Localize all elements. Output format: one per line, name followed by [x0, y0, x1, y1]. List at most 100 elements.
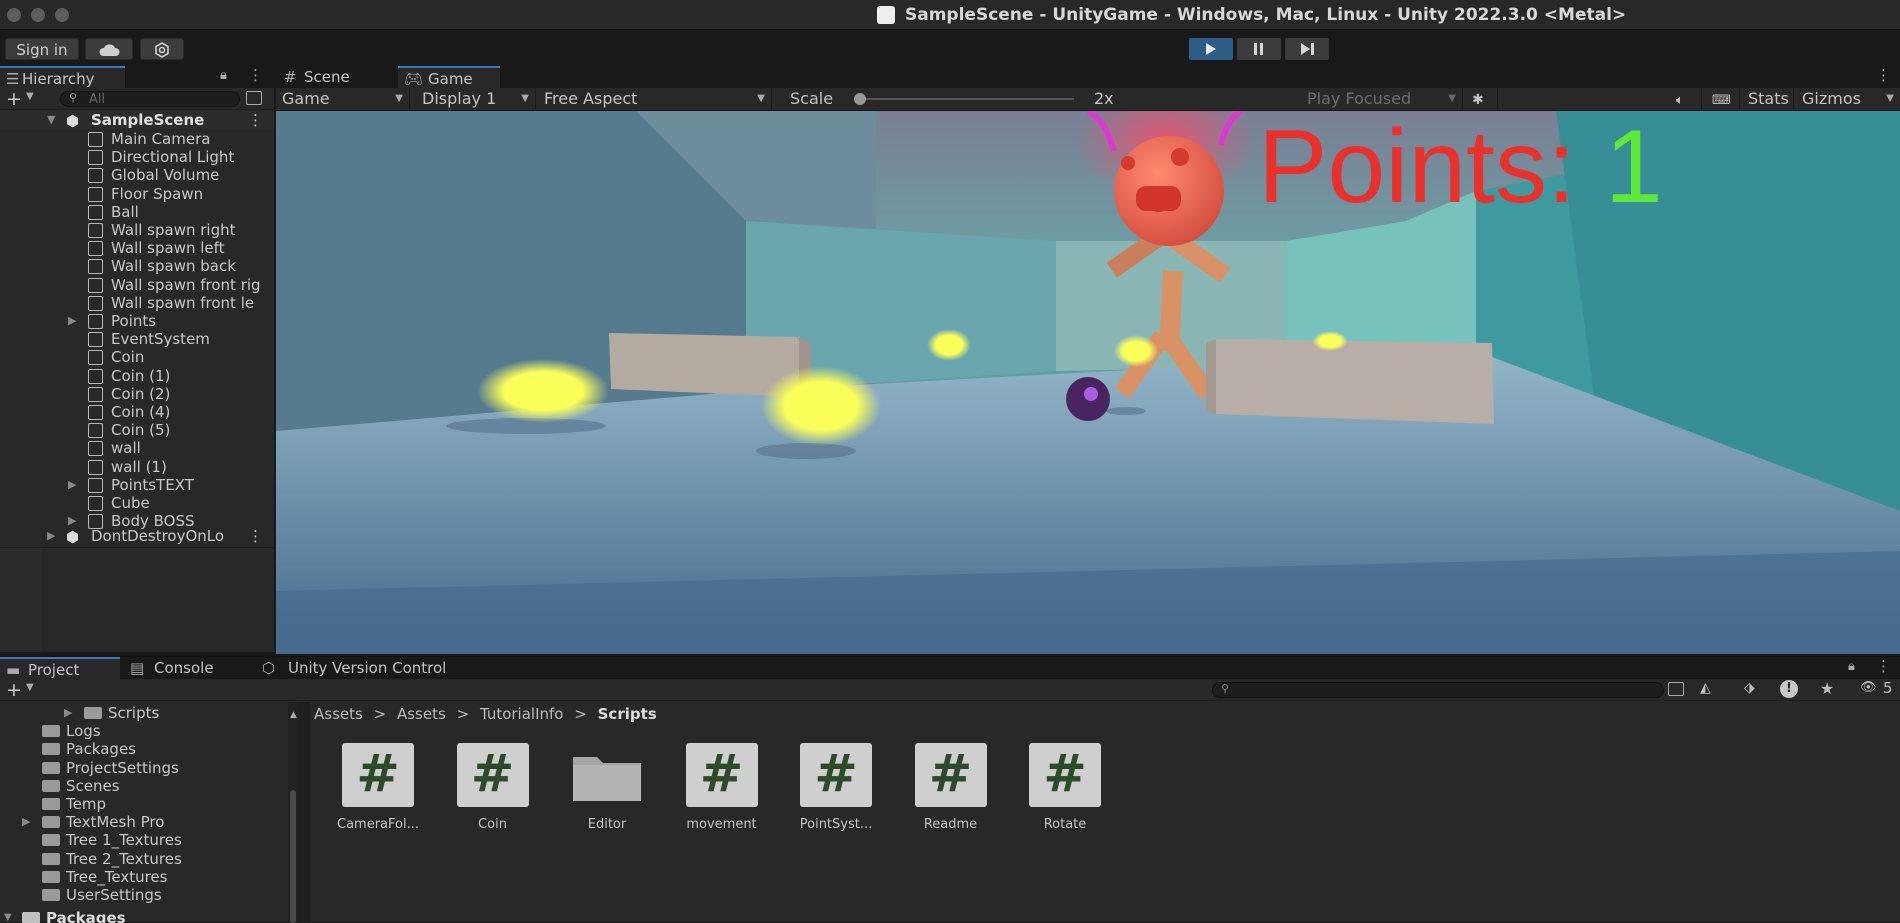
sign-in-button[interactable]: Sign in — [5, 38, 79, 60]
breadcrumb-item[interactable]: TutorialInfo — [480, 705, 564, 723]
scene-root[interactable]: ▼ ⬢ SampleScene ⋮ — [0, 111, 274, 129]
add-icon[interactable]: + — [6, 88, 22, 110]
folder-item[interactable]: Tree_Textures — [0, 868, 290, 886]
tab-scene[interactable]: # Scene — [278, 66, 398, 88]
asset-item[interactable]: # CameraFol... — [328, 743, 428, 832]
folder-item[interactable]: UserSettings — [0, 886, 290, 904]
close-window-button[interactable] — [7, 8, 21, 22]
scrollbar-thumb[interactable] — [290, 790, 296, 923]
tab-hierarchy[interactable]: ☰ Hierarchy — [0, 66, 125, 88]
hierarchy-item[interactable]: Coin (1) — [0, 367, 274, 385]
lock-icon[interactable]: 🔒︎ — [1848, 659, 1855, 674]
expand-arrow-icon[interactable]: ▶ — [64, 704, 74, 722]
hierarchy-item[interactable]: Coin (5) — [0, 421, 274, 439]
add-icon[interactable]: + — [6, 679, 22, 701]
scene-menu-icon[interactable]: ⋮ — [248, 111, 263, 129]
aspect-dropdown[interactable]: Free Aspect ▼ — [538, 88, 772, 110]
hierarchy-item[interactable]: Main Camera — [0, 130, 274, 148]
folder-item[interactable]: ▶ TextMesh Pro — [0, 813, 290, 831]
hierarchy-item[interactable]: Directional Light — [0, 148, 274, 166]
cloud-button[interactable] — [85, 38, 133, 60]
hierarchy-item[interactable]: Wall spawn front le — [0, 294, 274, 312]
folder-item[interactable]: ProjectSettings — [0, 759, 290, 777]
folder-item[interactable]: Scenes — [0, 777, 290, 795]
hierarchy-item[interactable]: Ball — [0, 203, 274, 221]
dont-destroy-root[interactable]: ▶ ⬢ DontDestroyOnLo ⋮ — [0, 527, 274, 545]
search-filter-icon[interactable] — [1668, 682, 1684, 696]
minimize-window-button[interactable] — [31, 8, 45, 22]
breadcrumb-current[interactable]: Scripts — [598, 705, 657, 723]
hierarchy-item[interactable]: EventSystem — [0, 330, 274, 348]
asset-item[interactable]: Editor — [557, 743, 657, 832]
collab-button[interactable] — [140, 38, 184, 60]
tree-scrollbar[interactable]: ▲ — [288, 702, 298, 923]
step-button[interactable] — [1285, 38, 1329, 60]
folder-item[interactable]: Packages — [0, 740, 290, 758]
filter-by-label-icon[interactable]: ⬗ — [1744, 680, 1755, 696]
hierarchy-item[interactable]: Coin (4) — [0, 403, 274, 421]
asset-item[interactable]: # Rotate — [1015, 743, 1115, 832]
shortcuts-button[interactable]: ⌨ — [1706, 88, 1740, 110]
expand-arrow-icon[interactable]: ▶ — [68, 476, 78, 494]
chevron-down-icon[interactable]: ▼ — [26, 91, 34, 102]
collapse-arrow-icon[interactable]: ▶ — [47, 527, 57, 545]
expand-arrow-icon[interactable]: ▶ — [22, 813, 32, 831]
expand-arrow-icon[interactable]: ▶ — [68, 312, 78, 330]
display-mode-dropdown[interactable]: Game ▼ — [276, 88, 410, 110]
zoom-window-button[interactable] — [55, 8, 69, 22]
splitter[interactable] — [298, 702, 310, 923]
hierarchy-item[interactable]: Global Volume — [0, 166, 274, 184]
expand-arrow-icon[interactable]: ▼ — [47, 111, 57, 129]
project-search-input[interactable]: ⚲ — [1212, 682, 1664, 698]
expand-arrow-icon[interactable]: ▼ — [4, 909, 14, 923]
gizmos-dropdown[interactable]: Gizmos ▼ — [1796, 88, 1900, 110]
favorite-star-icon[interactable]: ★ — [1820, 679, 1834, 698]
hierarchy-item[interactable]: Coin — [0, 348, 274, 366]
warning-icon[interactable]: ! — [1780, 680, 1798, 698]
breadcrumb-item[interactable]: Assets — [314, 705, 363, 723]
asset-item[interactable]: # movement — [672, 743, 772, 832]
tab-project[interactable]: ▬ Project — [0, 657, 120, 679]
hierarchy-search-input[interactable]: ⚲ All — [60, 91, 240, 107]
chevron-down-icon[interactable]: ▼ — [26, 682, 34, 693]
folder-item[interactable]: Temp — [0, 795, 290, 813]
more-menu-icon[interactable]: ⋮ — [1876, 66, 1891, 84]
pause-button[interactable] — [1237, 38, 1281, 60]
play-button[interactable] — [1189, 38, 1233, 60]
hierarchy-item[interactable]: wall (1) — [0, 458, 274, 476]
scale-slider-handle[interactable] — [854, 93, 866, 105]
hierarchy-item[interactable]: ▶ PointsTEXT — [0, 476, 274, 494]
hierarchy-item[interactable]: Coin (2) — [0, 385, 274, 403]
asset-item[interactable]: # PointSyst... — [786, 743, 886, 832]
hierarchy-item[interactable]: wall — [0, 439, 274, 457]
hierarchy-item[interactable]: Wall spawn right — [0, 221, 274, 239]
packages-root[interactable]: ▼ Packages — [0, 909, 290, 923]
play-focused-dropdown[interactable]: Play Focused ▼ — [1301, 88, 1463, 110]
folder-item[interactable]: Tree 1_Textures — [0, 831, 290, 849]
folder-item[interactable]: ▶ Scripts — [0, 704, 290, 722]
hidden-eye-icon[interactable]: 👁︎ — [1860, 680, 1877, 695]
hierarchy-item[interactable]: ▶ Points — [0, 312, 274, 330]
search-filter-icon[interactable] — [246, 91, 262, 105]
asset-item[interactable]: # Coin — [443, 743, 543, 832]
folder-item[interactable]: Logs — [0, 722, 290, 740]
more-menu-icon[interactable]: ⋮ — [1876, 657, 1891, 675]
game-viewport[interactable]: Points: 1 — [276, 111, 1900, 654]
folder-item[interactable]: Tree 2_Textures — [0, 850, 290, 868]
filter-by-type-icon[interactable]: ◭ — [1700, 680, 1711, 696]
hierarchy-item[interactable]: Wall spawn left — [0, 239, 274, 257]
hierarchy-item[interactable]: Floor Spawn — [0, 185, 274, 203]
mute-audio-button[interactable]: 🔈︎ — [1670, 88, 1702, 110]
tab-game[interactable]: 🎮︎ Game — [398, 66, 500, 88]
hierarchy-item[interactable]: Cube — [0, 494, 274, 512]
hierarchy-item[interactable]: Wall spawn back — [0, 257, 274, 275]
tab-console[interactable]: ▤ Console — [124, 657, 254, 679]
scene-menu-icon[interactable]: ⋮ — [248, 527, 263, 545]
asset-item[interactable]: # Readme — [901, 743, 1001, 832]
display-dropdown[interactable]: Display 1 ▼ — [416, 88, 536, 110]
scroll-up-icon[interactable]: ▲ — [290, 710, 297, 720]
scale-slider-track[interactable] — [854, 98, 1074, 100]
more-menu-icon[interactable]: ⋮ — [248, 66, 263, 84]
hierarchy-item[interactable]: Wall spawn front rig — [0, 276, 274, 294]
bug-button[interactable]: ✱ — [1466, 88, 1498, 110]
